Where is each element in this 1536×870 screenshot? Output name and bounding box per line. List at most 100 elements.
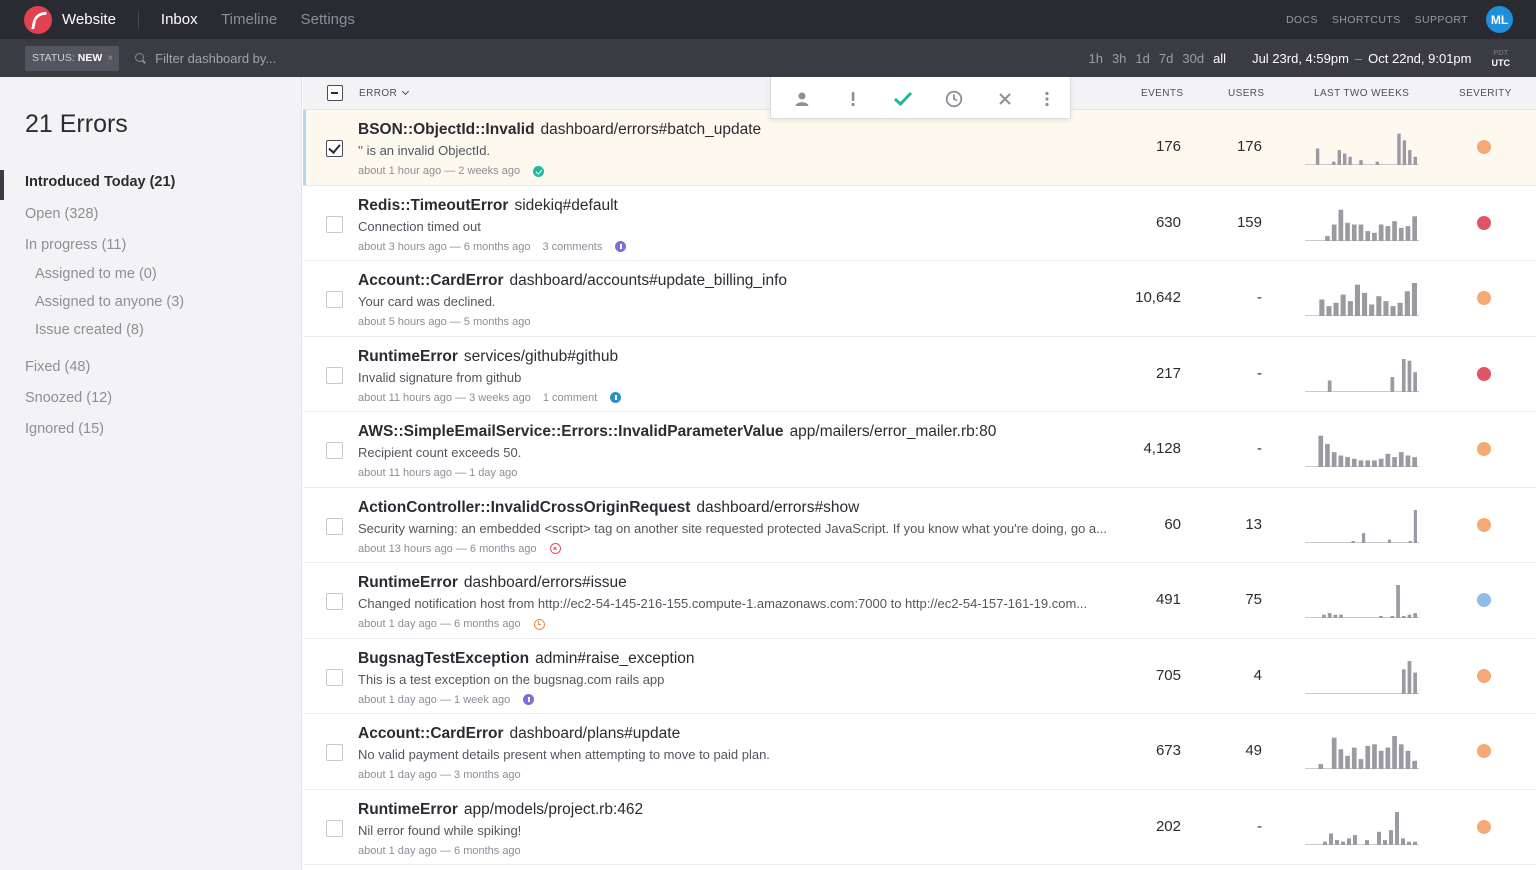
user-avatar[interactable]: ML [1486, 6, 1513, 33]
severity-indicator[interactable] [1477, 442, 1491, 456]
trend-column-header[interactable]: LAST TWO WEEKS [1314, 88, 1409, 99]
table-row[interactable]: Redis::TimeoutError sidekiq#default Connec… [303, 186, 1536, 261]
row-checkbox[interactable] [326, 442, 343, 459]
row-checkbox[interactable] [326, 291, 343, 308]
snooze-clock-icon[interactable] [943, 88, 965, 110]
sidebar-item-in-progress[interactable]: In progress (11) [25, 237, 126, 253]
range-all[interactable]: all [1213, 51, 1226, 66]
severity-indicator[interactable] [1477, 366, 1491, 381]
error-column-header[interactable]: ERROR [359, 87, 410, 99]
support-link[interactable]: SUPPORT [1415, 14, 1468, 26]
severity-indicator[interactable] [1477, 291, 1491, 305]
select-all-checkbox[interactable] [327, 85, 343, 101]
mark-fixed-icon[interactable] [892, 88, 914, 110]
sparkline-bar [1365, 745, 1371, 769]
severity-indicator[interactable] [1477, 819, 1491, 834]
remove-filter-icon[interactable]: × [107, 53, 113, 64]
sparkline-bar [1401, 668, 1406, 694]
range-30d[interactable]: 30d [1182, 51, 1204, 66]
status-filter-chip[interactable]: STATUS: NEW × [25, 45, 120, 71]
error-context: services/github#github [463, 347, 619, 365]
sparkline-bar [1365, 839, 1369, 845]
sparkline-bar [1351, 540, 1355, 543]
severity-indicator[interactable] [1477, 517, 1491, 532]
sparkline-bar [1327, 380, 1332, 392]
sparkline-bar [1411, 283, 1417, 316]
users-column-header[interactable]: USERS [1228, 88, 1264, 99]
sidebar-item-assigned-to-me[interactable]: Assigned to me (0) [35, 266, 157, 282]
sparkline-bar [1412, 760, 1417, 769]
error-title[interactable]: RuntimeError services/github#github [358, 348, 618, 366]
error-title[interactable]: RuntimeError app/models/project.rb:462 [358, 801, 643, 819]
severity-indicator[interactable] [1477, 744, 1491, 758]
more-options-icon[interactable] [1036, 88, 1058, 110]
table-row[interactable]: Account::CardError dashboard/plans#update… [303, 714, 1536, 790]
row-checkbox[interactable] [326, 140, 343, 157]
shortcuts-link[interactable]: SHORTCUTS [1332, 14, 1401, 26]
table-row[interactable]: AWS::SimpleEmailService::Errors::Invalid… [303, 412, 1536, 488]
comments-count[interactable]: 1 comment [543, 392, 597, 404]
row-checkbox[interactable] [326, 593, 343, 610]
severity-indicator[interactable] [1477, 140, 1491, 154]
create-issue-icon[interactable] [842, 88, 864, 110]
error-title[interactable]: AWS::SimpleEmailService::Errors::Invalid… [358, 423, 996, 441]
sidebar-item-issue-created[interactable]: Issue created (8) [35, 322, 144, 338]
range-3h[interactable]: 3h [1112, 51, 1126, 66]
row-checkbox[interactable] [326, 366, 343, 384]
table-row[interactable]: RuntimeError app/models/project.rb:462 Nil… [303, 790, 1536, 865]
severity-indicator[interactable] [1477, 215, 1491, 230]
table-row[interactable]: BSON::ObjectId::Invalid dashboard/errors#… [303, 110, 1536, 186]
error-title[interactable]: BSON::ObjectId::Invalid dashboard/errors#… [358, 121, 761, 139]
row-checkbox[interactable] [326, 215, 343, 233]
status-chip-label: STATUS: [32, 52, 75, 64]
nav-settings[interactable]: Settings [301, 11, 355, 28]
error-meta: about 1 day ago — 3 months ago [358, 769, 521, 781]
timezone-toggle[interactable]: PDT UTC [1492, 47, 1511, 69]
events-column-header[interactable]: EVENTS [1141, 88, 1183, 99]
sidebar-item-introduced-today[interactable]: Introduced Today (21) [25, 174, 175, 190]
bugsnag-logo-icon[interactable] [24, 5, 52, 34]
table-row[interactable]: Account::CardError dashboard/accounts#upd… [303, 261, 1536, 337]
error-title[interactable]: RuntimeError dashboard/errors#issue [358, 574, 627, 592]
row-checkbox[interactable] [326, 819, 343, 837]
error-timestamps: about 1 hour ago — 2 weeks ago [358, 165, 521, 177]
table-row[interactable]: BugsnagTestException admin#raise_exceptio… [303, 639, 1536, 714]
comments-count[interactable]: 3 comments [542, 241, 602, 253]
sidebar-item-ignored[interactable]: Ignored (15) [25, 421, 104, 437]
sidebar-item-fixed[interactable]: Fixed (48) [25, 359, 90, 375]
sparkline-bar [1351, 458, 1357, 467]
row-checkbox[interactable] [326, 668, 343, 686]
bulk-action-toolbar [770, 77, 1071, 119]
sidebar-item-snoozed[interactable]: Snoozed (12) [25, 390, 112, 406]
table-row[interactable]: RuntimeError dashboard/errors#issue Change… [303, 563, 1536, 639]
error-title[interactable]: ActionController::InvalidCrossOriginRequ… [358, 499, 859, 517]
sparkline-bar [1392, 220, 1397, 241]
range-1d[interactable]: 1d [1135, 51, 1149, 66]
error-title[interactable]: Account::CardError dashboard/plans#update [358, 725, 680, 743]
project-name[interactable]: Website [62, 11, 116, 28]
severity-column-header[interactable]: SEVERITY [1459, 88, 1512, 99]
error-title[interactable]: Account::CardError dashboard/accounts#upd… [358, 272, 787, 290]
range-1h[interactable]: 1h [1088, 51, 1102, 66]
filter-input[interactable] [155, 50, 556, 66]
ignore-close-icon[interactable] [994, 88, 1016, 110]
row-checkbox[interactable] [326, 744, 343, 761]
row-checkbox[interactable] [326, 517, 343, 535]
sidebar-item-open[interactable]: Open (328) [25, 206, 98, 222]
assign-user-icon[interactable] [791, 88, 813, 110]
table-row[interactable]: RuntimeError services/github#github Invali… [303, 337, 1536, 412]
error-title[interactable]: BugsnagTestException admin#raise_exceptio… [358, 650, 695, 668]
nav-inbox[interactable]: Inbox [161, 11, 198, 28]
snoozed-status-icon [533, 618, 545, 630]
sidebar-item-assigned-to-anyone[interactable]: Assigned to anyone (3) [35, 294, 184, 310]
table-row[interactable]: ActionController::InvalidCrossOriginRequ… [303, 488, 1536, 563]
docs-link[interactable]: DOCS [1286, 14, 1318, 26]
date-range-picker[interactable]: Jul 23rd, 4:59pm – Oct 22nd, 9:01pm [1252, 51, 1471, 66]
range-7d[interactable]: 7d [1159, 51, 1173, 66]
sparkline-bar [1338, 749, 1344, 769]
error-title[interactable]: Redis::TimeoutError sidekiq#default [358, 197, 618, 215]
sparkline-bar [1385, 225, 1391, 241]
nav-timeline[interactable]: Timeline [221, 11, 277, 28]
severity-indicator[interactable] [1477, 668, 1491, 683]
severity-indicator[interactable] [1477, 593, 1491, 607]
